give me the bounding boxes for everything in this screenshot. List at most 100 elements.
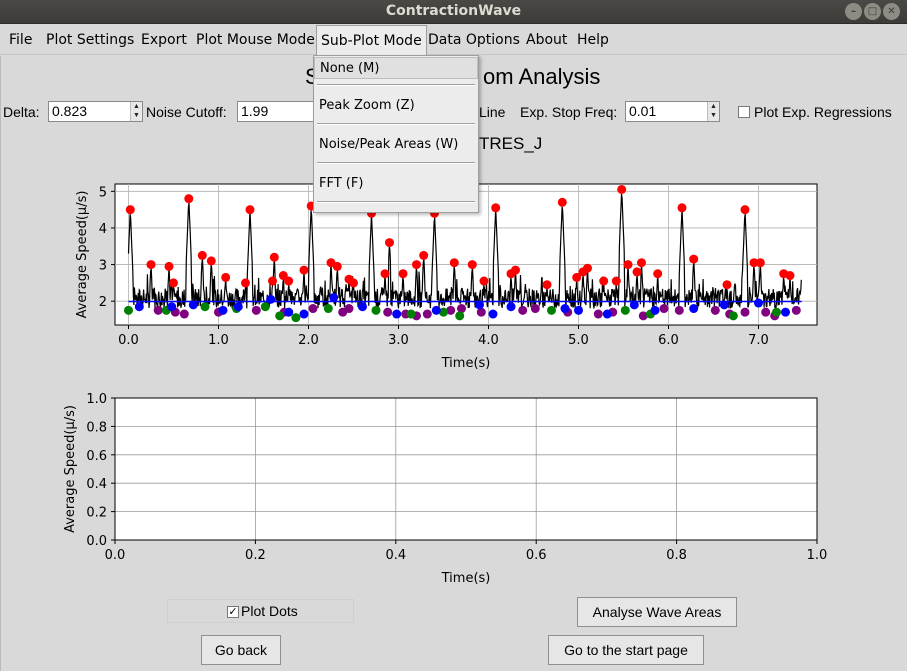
dropdown-item-fft[interactable]: FFT (F) xyxy=(314,173,478,195)
chart1-peak-dot xyxy=(785,271,795,281)
chart1-min-dot xyxy=(518,305,528,315)
menu-help[interactable]: Help xyxy=(573,25,613,55)
menu-about[interactable]: About xyxy=(522,25,571,55)
chart2-xtick-label: 0.6 xyxy=(526,548,547,563)
menu-plot-mouse-mode[interactable]: Plot Mouse Mode xyxy=(192,25,319,55)
chart1-peak-dot xyxy=(206,256,216,266)
chart1-peak-dot xyxy=(284,276,294,286)
chart1-ytick-label: 3 xyxy=(99,259,107,274)
chart1-end-dot xyxy=(371,305,381,315)
chart1-end-dot xyxy=(323,304,333,314)
dropdown-separator xyxy=(317,201,475,203)
chart1-ytick-label: 2 xyxy=(99,295,107,310)
menu-plot-settings[interactable]: Plot Settings xyxy=(42,25,138,55)
chart1-min-dot xyxy=(383,307,393,317)
chart1-peak-dot xyxy=(740,205,750,215)
chart2-ytick-label: 0.6 xyxy=(86,449,107,464)
chart1-xlabel: Time(s) xyxy=(441,356,491,371)
chart1-min-dot xyxy=(344,304,354,314)
menu-data-options[interactable]: Data Options xyxy=(424,25,524,55)
dropdown-item-peak-zoom[interactable]: Peak Zoom (Z) xyxy=(314,95,478,117)
chart1-min-dot xyxy=(214,307,223,317)
chart1-peak-dot xyxy=(380,269,390,279)
menu-file[interactable]: File xyxy=(5,25,36,55)
plot-exp-regressions-checkbox[interactable] xyxy=(738,106,750,118)
minimize-icon[interactable]: – xyxy=(845,3,862,20)
chart1-end-dot xyxy=(547,305,556,315)
chart1-peak-dot xyxy=(241,278,250,288)
chart1-start-dot xyxy=(167,302,177,312)
maximize-icon[interactable]: □ xyxy=(864,3,881,20)
chart1-start-dot xyxy=(392,309,402,319)
chart1-start-dot xyxy=(358,302,367,312)
delta-label: Delta: xyxy=(3,104,40,120)
go-back-button[interactable]: Go back xyxy=(201,635,281,665)
exp-stop-freq-label: Exp. Stop Freq: xyxy=(520,104,618,120)
chart1-min-dot xyxy=(659,304,669,314)
chart1-peak-dot xyxy=(412,260,421,270)
chart1-peak-dot xyxy=(779,269,789,279)
chart1-peak-dot xyxy=(572,272,582,282)
chart1-peak-dot xyxy=(245,205,255,215)
spin-arrows-icon[interactable]: ▲ ▼ xyxy=(707,102,719,121)
chart1-min-dot xyxy=(761,307,771,317)
dropdown-item-none[interactable]: None (M) xyxy=(314,57,478,79)
chart1-start-dot xyxy=(560,304,570,314)
chart2-xtick-label: 0.8 xyxy=(666,548,687,563)
chart1-start-dot xyxy=(284,307,294,317)
chart2-plot-area xyxy=(114,397,818,541)
chart1-start-dot xyxy=(233,302,243,312)
dropdown-item-noise-peak-areas[interactable]: Noise/Peak Areas (W) xyxy=(314,134,478,156)
chart1-end-dot xyxy=(620,305,630,315)
chart1-min-dot xyxy=(740,307,750,317)
chart1-start-dot xyxy=(218,305,228,315)
chart1-ytick-label: 5 xyxy=(99,185,107,200)
chart2-xlabel: Time(s) xyxy=(441,571,491,586)
chart1-end-dot xyxy=(406,309,416,319)
chart1-min-dot xyxy=(770,311,780,321)
start-page-button[interactable]: Go to the start page xyxy=(548,635,704,665)
chart2-ytick-label: 0.2 xyxy=(86,506,107,521)
chart1-start-dot xyxy=(689,304,699,314)
chart1-end-dot xyxy=(728,311,738,321)
chart1-xtick-label: 4.0 xyxy=(478,333,499,348)
chart1-start-dot xyxy=(266,294,276,304)
chart1-peak-dot xyxy=(146,260,156,270)
chart1-peak-dot xyxy=(184,194,194,204)
chart1-peak-dot xyxy=(623,260,633,270)
chart1-peak-dot xyxy=(653,269,663,279)
chart1-start-dot xyxy=(650,305,660,315)
chart1-peak-dot xyxy=(722,280,732,290)
dropdown-separator xyxy=(317,84,475,86)
noise-cutoff-value: 1.99 xyxy=(241,103,269,119)
spin-arrows-icon[interactable]: ▲ ▼ xyxy=(130,102,142,121)
exp-stop-freq-value: 0.01 xyxy=(629,103,657,119)
chart1-peak-dot xyxy=(632,267,642,277)
chart1-end-dot xyxy=(291,313,301,323)
chart1-peak-dot xyxy=(479,276,489,286)
chart1-start-dot xyxy=(506,302,516,312)
close-icon[interactable]: ✕ xyxy=(883,3,900,20)
exp-stop-freq-spinbox[interactable]: 0.01 ▲ ▼ xyxy=(625,101,720,122)
chart1-end-dot xyxy=(200,302,210,312)
chart1-min-dot xyxy=(446,305,456,315)
chart1-xtick-label: 1.0 xyxy=(208,333,229,348)
chart1-peak-dot xyxy=(637,258,646,268)
dropdown-separator xyxy=(317,123,475,125)
analyse-wave-areas-button[interactable]: Analyse Wave Areas xyxy=(577,597,737,627)
chart1-end-dot xyxy=(772,307,781,317)
menu-sub-plot-mode[interactable]: Sub-Plot Mode xyxy=(316,25,427,56)
chart1-peak-dot xyxy=(197,250,207,260)
chart1-min-dot xyxy=(563,307,573,317)
chart1-peak-dot xyxy=(611,276,621,286)
chart2-xtick-label: 0.0 xyxy=(105,548,126,563)
chart1-peak-dot xyxy=(398,269,408,279)
delta-spinbox[interactable]: 0.823 ▲ ▼ xyxy=(48,101,143,122)
noise-cutoff-spinbox[interactable]: 1.99 xyxy=(237,101,317,122)
menu-export[interactable]: Export xyxy=(137,25,191,55)
chart2-ytick-label: 0.0 xyxy=(86,534,107,549)
plot-dots-checkbox[interactable]: ✓ xyxy=(227,606,239,618)
dropdown-separator xyxy=(317,162,475,164)
chart1-peak-dot xyxy=(269,252,279,262)
chart1-min-dot xyxy=(153,305,163,315)
